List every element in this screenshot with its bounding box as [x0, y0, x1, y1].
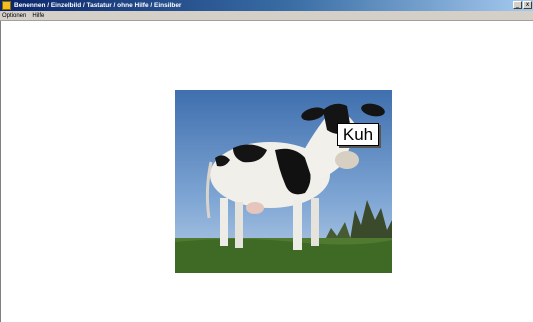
- menu-bar: Optionen Hilfe: [0, 11, 533, 21]
- minimize-button[interactable]: _: [513, 1, 522, 9]
- close-button[interactable]: x: [523, 1, 532, 9]
- window-title: Benennen / Einzelbild / Tastatur / ohne …: [14, 2, 182, 9]
- word-label: Kuh: [337, 123, 379, 146]
- menu-item-hilfe[interactable]: Hilfe: [32, 11, 44, 21]
- menu-item-optionen[interactable]: Optionen: [2, 11, 26, 21]
- cow-image-icon: [175, 90, 392, 273]
- title-bar: Benennen / Einzelbild / Tastatur / ohne …: [0, 0, 533, 11]
- cow-picture: [175, 90, 392, 273]
- window-controls: _ x: [513, 1, 532, 9]
- app-icon: [2, 1, 11, 10]
